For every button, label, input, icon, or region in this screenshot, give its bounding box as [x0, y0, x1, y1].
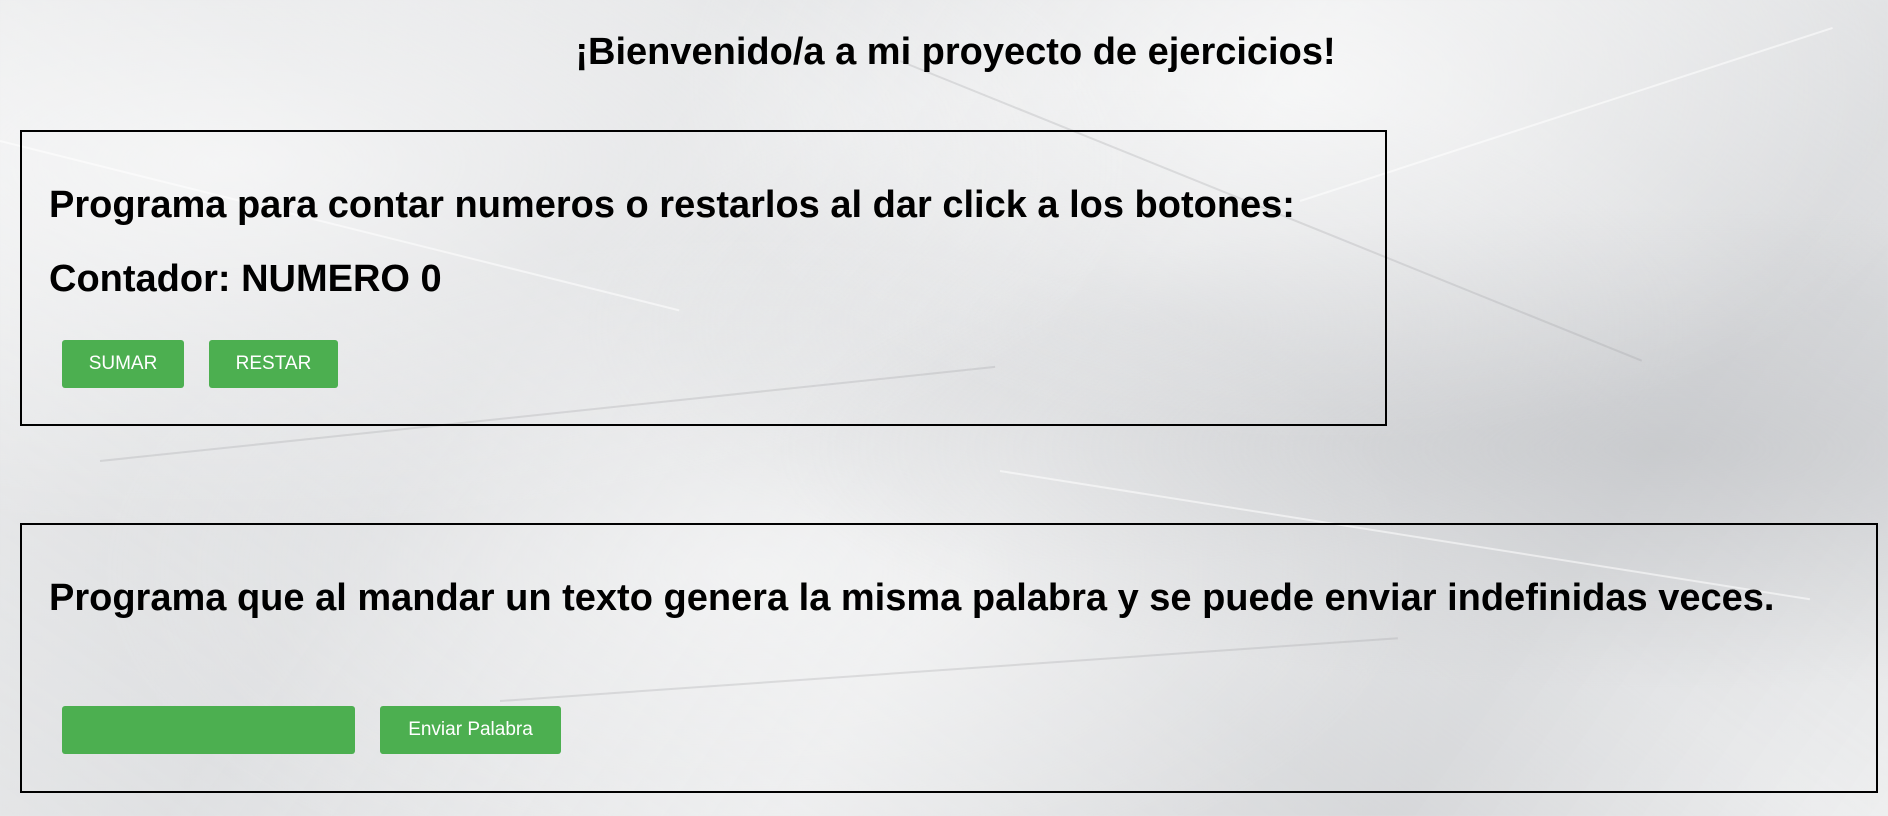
text-echo-panel: Programa que al mandar un texto genera l… [20, 523, 1878, 793]
text-echo-heading: Programa que al mandar un texto genera l… [49, 577, 1775, 619]
subtract-button[interactable]: RESTAR [209, 340, 338, 388]
counter-heading: Programa para contar numeros o restarlos… [49, 184, 1295, 226]
counter-value: NUMERO 0 [241, 258, 442, 300]
add-button[interactable]: SUMAR [62, 340, 184, 388]
counter-display: Contador: NUMERO 0 [49, 256, 442, 302]
page-title: ¡Bienvenido/a a mi proyecto de ejercicio… [575, 31, 1336, 73]
counter-label: Contador: [49, 258, 231, 300]
counter-panel: Programa para contar numeros o restarlos… [20, 130, 1387, 426]
send-word-button[interactable]: Enviar Palabra [380, 706, 561, 754]
word-input[interactable] [62, 706, 355, 754]
